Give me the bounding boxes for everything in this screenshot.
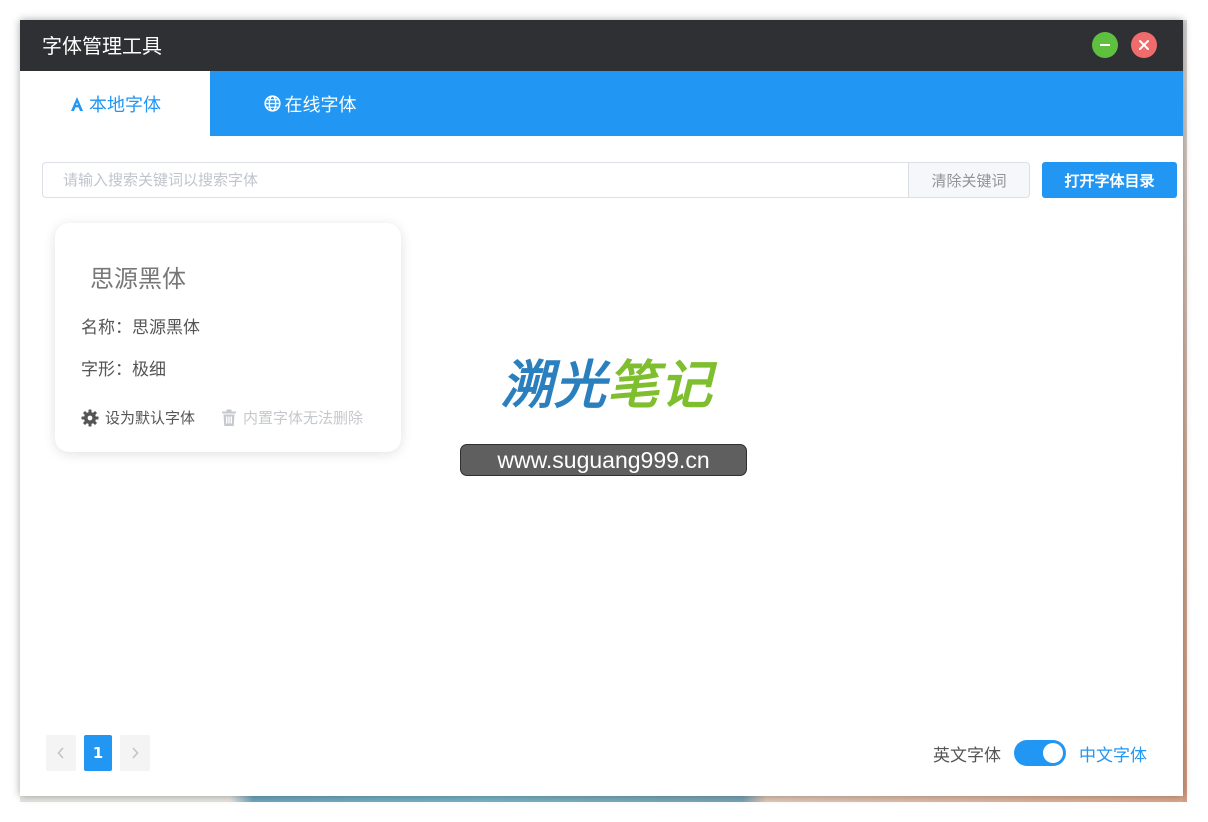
app-window: 字体管理工具 本地字体 在线字体 请输入搜索关键词以搜索字体 清除关键词 打开字… <box>20 20 1183 796</box>
minus-icon <box>1100 44 1110 46</box>
watermark: 溯光笔记 www.suguang999.cn <box>460 358 750 476</box>
minimize-button[interactable] <box>1092 32 1118 58</box>
app-title: 字体管理工具 <box>42 34 162 58</box>
english-fonts-label: 英文字体 <box>933 745 1001 766</box>
globe-icon <box>263 95 281 112</box>
trash-icon <box>221 409 237 427</box>
watermark-logo-part1: 溯光 <box>501 356 608 416</box>
font-name: 名称：思源黑体 <box>81 318 200 338</box>
chevron-right-icon <box>132 747 139 759</box>
search-input[interactable] <box>42 162 908 198</box>
close-button[interactable] <box>1131 32 1157 58</box>
clear-keyword-button[interactable]: 清除关键词 <box>908 162 1030 198</box>
desktop-wallpaper-edge <box>1183 20 1187 802</box>
search-row: 清除关键词 打开字体目录 <box>42 162 1177 198</box>
chinese-fonts-label: 中文字体 <box>1079 745 1147 766</box>
language-toggle[interactable] <box>1014 740 1066 766</box>
chevron-left-icon <box>57 747 64 759</box>
set-default-font-button[interactable]: 设为默认字体 <box>81 407 195 428</box>
font-card: 思源黑体 名称：思源黑体 字形：极细 设为默认字体 内置字体无法删除 <box>55 223 401 452</box>
prev-page-button[interactable] <box>46 735 76 771</box>
delete-disabled-label: 内置字体无法删除 <box>243 409 364 427</box>
gear-icon <box>81 409 99 427</box>
toggle-knob <box>1043 743 1063 763</box>
font-card-actions: 设为默认字体 内置字体无法删除 <box>81 407 363 428</box>
set-default-label: 设为默认字体 <box>105 409 196 427</box>
delete-font-button-disabled: 内置字体无法删除 <box>221 407 363 428</box>
desktop-background: 字体管理工具 本地字体 在线字体 请输入搜索关键词以搜索字体 清除关键词 打开字… <box>0 0 1208 822</box>
tab-online-fonts[interactable]: 在线字体 <box>210 71 410 136</box>
font-style: 字形：极细 <box>81 360 166 380</box>
desktop-wallpaper-strip <box>20 796 1186 802</box>
tab-local-fonts[interactable]: 本地字体 <box>20 71 210 136</box>
font-letter-icon <box>69 96 85 112</box>
next-page-button[interactable] <box>120 735 150 771</box>
tab-bar: 本地字体 在线字体 <box>20 71 1183 136</box>
font-preview-text: 思源黑体 <box>90 265 186 293</box>
tab-label: 在线字体 <box>284 94 357 116</box>
language-switch: 英文字体 中文字体 <box>933 739 1147 767</box>
watermark-url: www.suguang999.cn <box>460 444 747 476</box>
pagination: 1 <box>46 735 150 771</box>
watermark-logo: 溯光笔记 <box>501 358 713 414</box>
open-font-dir-button[interactable]: 打开字体目录 <box>1042 162 1177 198</box>
tab-label: 本地字体 <box>89 94 161 116</box>
page-number-current[interactable]: 1 <box>84 735 112 771</box>
watermark-logo-part2: 笔记 <box>607 356 714 416</box>
close-icon <box>1139 40 1149 50</box>
title-bar: 字体管理工具 <box>20 20 1183 71</box>
